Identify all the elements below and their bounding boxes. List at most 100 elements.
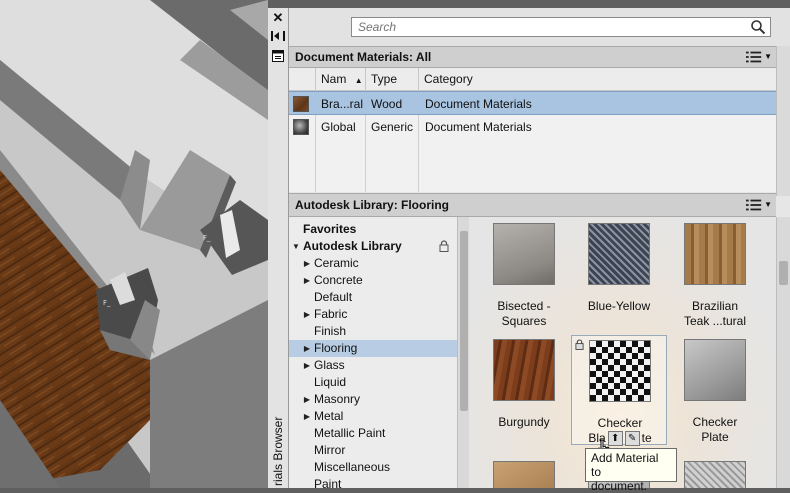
tree-item[interactable]: ▶ Flooring: [289, 340, 457, 357]
close-icon: ✕: [272, 10, 284, 25]
material-label-line: Brazilian: [691, 299, 739, 313]
material-label-text: te: [641, 431, 652, 445]
tree-item[interactable]: Paint: [289, 476, 457, 488]
properties-menu-button[interactable]: [270, 48, 286, 64]
tree-item-label: Default: [314, 290, 353, 304]
material-tile[interactable]: Burgundy: [476, 335, 572, 445]
material-label: Blue-Yellow: [571, 299, 667, 314]
tree-item[interactable]: Finish: [289, 323, 457, 340]
material-label-line: Burgundy: [498, 415, 550, 429]
material-category: Document Materials: [425, 97, 532, 111]
document-materials-table: Nam ▲ Type Category Bra...ral Wood Docum…: [289, 68, 776, 192]
tree-item[interactable]: ▶ Fabric: [289, 306, 457, 323]
search-icon[interactable]: [750, 19, 766, 35]
tree-item[interactable]: ▼ Autodesk Library: [289, 238, 457, 255]
tree-item-label: Metal: [314, 409, 344, 423]
material-category: Document Materials: [425, 120, 532, 134]
material-tile[interactable]: Bisected - Squares: [476, 219, 572, 329]
material-label-line: Bisected -: [497, 299, 551, 313]
tree-item-label: Autodesk Library: [303, 239, 402, 253]
tree-item[interactable]: Metallic Paint: [289, 425, 457, 442]
document-view-options-button[interactable]: ▼: [746, 49, 772, 65]
library-view-options-button[interactable]: ▼: [746, 197, 772, 213]
close-button[interactable]: ✕: [270, 10, 286, 26]
tree-item[interactable]: ▶ Ceramic: [289, 255, 457, 272]
list-view-icon: [746, 51, 762, 63]
tree-item-label: Favorites: [303, 222, 357, 236]
3d-viewport[interactable]: F_ F_: [0, 0, 268, 488]
tree-item-label: Liquid: [314, 375, 347, 389]
tree-item-label: Paint: [314, 477, 342, 488]
expand-right-icon[interactable]: ▶: [303, 306, 311, 323]
search-box[interactable]: [351, 17, 771, 37]
search-input[interactable]: [352, 18, 744, 36]
material-label-line: Squares: [476, 314, 572, 329]
tree-item[interactable]: Mirror: [289, 442, 457, 459]
tree-item-label: Glass: [314, 358, 345, 372]
expand-right-icon[interactable]: ▶: [303, 272, 311, 289]
material-label-text: Teak ...tural: [683, 314, 747, 328]
tree-item[interactable]: ▶ Metal: [289, 408, 457, 425]
expand-right-icon[interactable]: ▶: [303, 340, 311, 357]
column-name[interactable]: Nam ▲: [315, 68, 365, 90]
tree-item[interactable]: ▶ Glass: [289, 357, 457, 374]
material-thumbnail[interactable]: [493, 461, 555, 488]
tree-item[interactable]: Liquid: [289, 374, 457, 391]
material-tile[interactable]: Blue-Yellow: [571, 219, 667, 329]
material-name: Global: [321, 120, 356, 134]
material-type: Generic: [371, 120, 414, 134]
tree-item-label: Ceramic: [314, 256, 359, 270]
material-thumbnail: [588, 223, 650, 285]
material-thumbnail: [493, 223, 555, 285]
column-category[interactable]: Category: [418, 68, 776, 90]
edit-material-icon[interactable]: ✎: [624, 431, 640, 447]
tree-item-label: Masonry: [314, 392, 361, 406]
table-row[interactable]: Global Generic Document Materials: [289, 115, 776, 139]
expand-down-icon[interactable]: ▼: [292, 238, 300, 255]
expand-right-icon[interactable]: ▶: [303, 255, 311, 272]
document-table-scrollbar[interactable]: [776, 46, 790, 196]
material-thumbnail: [589, 340, 651, 402]
auto-hide-button[interactable]: [270, 28, 286, 44]
material-label-line: Blue-Yellow: [587, 299, 651, 313]
lock-icon: [575, 339, 584, 353]
column-type[interactable]: Type: [365, 68, 418, 90]
material-thumbnail: [493, 339, 555, 401]
material-thumbnail[interactable]: [684, 461, 746, 488]
library-tree: Favorites ▼ Autodesk Library ▶ Ceramic ▶ Concr…: [289, 217, 457, 488]
svg-text:F_: F_: [103, 299, 111, 307]
tree-item-label: Metallic Paint: [314, 426, 386, 440]
auto-hide-icon: [271, 31, 285, 41]
document-materials-header[interactable]: Document Materials: All ▼: [289, 46, 776, 68]
material-label: Brazilian Teak ...tural: [667, 299, 763, 329]
tree-item[interactable]: Miscellaneous: [289, 459, 457, 476]
tree-item[interactable]: Favorites: [289, 221, 457, 238]
material-label-line: Teak ...tural: [667, 314, 763, 329]
tree-item-label: Miscellaneous: [314, 460, 391, 474]
material-label-line: Checker: [597, 416, 643, 430]
material-label-line: Plate: [667, 430, 763, 445]
material-type: Wood: [371, 97, 403, 111]
scrollbar-thumb[interactable]: [779, 261, 788, 285]
material-tile[interactable]: Brazilian Teak ...tural: [667, 219, 763, 329]
expand-right-icon[interactable]: ▶: [303, 357, 311, 374]
tree-item-label: Finish: [314, 324, 347, 338]
material-tile[interactable]: Checker Bla ⬆ ✎ te: [571, 335, 667, 447]
material-tile[interactable]: Checker Plate: [667, 335, 763, 445]
search-row: [289, 8, 790, 46]
table-row[interactable]: Bra...ral Wood Document Materials: [289, 91, 776, 115]
expand-right-icon[interactable]: ▶: [303, 408, 311, 425]
palette-title-bar[interactable]: ✕ rials Browser: [268, 8, 289, 488]
tree-item[interactable]: ▶ Masonry: [289, 391, 457, 408]
material-thumbnail: [684, 223, 746, 285]
tree-item[interactable]: Default: [289, 289, 457, 306]
expand-right-icon[interactable]: ▶: [303, 391, 311, 408]
grid-scrollbar[interactable]: [776, 217, 790, 488]
list-view-icon: [746, 199, 762, 211]
library-header[interactable]: Autodesk Library: Flooring ▼: [289, 193, 776, 217]
scrollbar-thumb[interactable]: [460, 231, 468, 411]
tree-item-label: Mirror: [314, 443, 346, 457]
tree-item-label: Concrete: [314, 273, 363, 287]
svg-text:F_: F_: [203, 234, 211, 242]
tree-item[interactable]: ▶ Concrete: [289, 272, 457, 289]
